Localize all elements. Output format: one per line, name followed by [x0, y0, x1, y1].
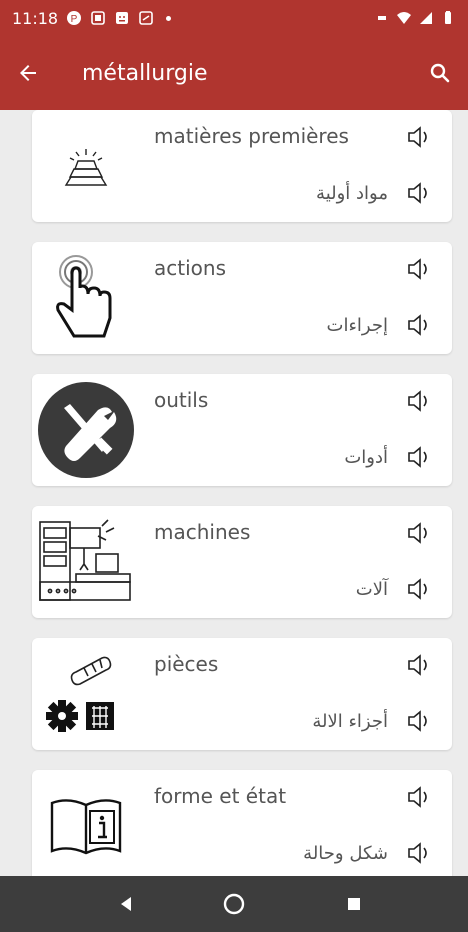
- search-button[interactable]: [426, 59, 454, 87]
- speaker-icon[interactable]: [404, 178, 434, 208]
- list-item[interactable]: actions إجراءات: [32, 242, 452, 354]
- system-nav-bar: [0, 876, 468, 932]
- machine-icon: [36, 506, 136, 618]
- list-item[interactable]: pièces أجزاء الالة: [32, 638, 452, 750]
- sync-icon: [378, 16, 386, 20]
- page-title: métallurgie: [82, 60, 208, 86]
- item-label-fr: pièces: [154, 652, 219, 676]
- item-label-fr: outils: [154, 388, 209, 412]
- list-item[interactable]: outils أدوات: [32, 374, 452, 486]
- speaker-icon[interactable]: [404, 310, 434, 340]
- app-notification-icon: [116, 12, 129, 24]
- search-icon: [430, 63, 450, 83]
- list-item[interactable]: machines آلات: [32, 506, 452, 618]
- triangle-back-icon: [121, 897, 131, 911]
- gold-bars-icon: [36, 110, 136, 222]
- item-label-fr: matières premières: [154, 124, 349, 148]
- status-time: 11:18: [12, 8, 59, 28]
- circle-home-icon: [223, 893, 245, 915]
- tools-icon: [36, 374, 136, 486]
- speaker-icon[interactable]: [404, 254, 434, 284]
- speaker-icon[interactable]: [404, 518, 434, 548]
- notification-icon: [91, 11, 105, 25]
- item-label-ar: مواد أولية: [316, 183, 388, 204]
- info-book-icon: [36, 770, 136, 876]
- speaker-icon[interactable]: [404, 838, 434, 868]
- signal-icon: [420, 12, 432, 24]
- status-bar: 11:18 P: [0, 0, 468, 36]
- wifi-icon: [397, 12, 411, 24]
- more-dot-icon: [166, 15, 172, 21]
- item-label-ar: أجزاء الالة: [312, 711, 388, 732]
- speaker-icon[interactable]: [404, 650, 434, 680]
- item-label-ar: آلات: [355, 579, 388, 600]
- item-label-fr: machines: [154, 520, 251, 544]
- nav-home-button[interactable]: [220, 890, 248, 918]
- item-label-ar: إجراءات: [326, 315, 388, 336]
- list-item[interactable]: matières premières مواد أولية: [32, 110, 452, 222]
- category-list: matières premières مواد أولية actions إج…: [0, 110, 468, 876]
- speaker-icon[interactable]: [404, 574, 434, 604]
- speaker-icon[interactable]: [404, 706, 434, 736]
- speaker-icon[interactable]: [404, 122, 434, 152]
- hand-tap-icon: [36, 242, 136, 354]
- arrow-back-icon: [20, 65, 36, 81]
- speaker-icon[interactable]: [404, 442, 434, 472]
- item-label-fr: forme et état: [154, 784, 287, 808]
- item-label-fr: actions: [154, 256, 226, 280]
- svg-text:P: P: [71, 14, 78, 25]
- item-label-ar: شكل وحالة: [303, 843, 388, 864]
- pinterest-icon: P: [67, 11, 82, 25]
- square-recents-icon: [348, 898, 360, 910]
- parts-icon: [36, 638, 136, 750]
- list-item[interactable]: forme et état شكل وحالة: [32, 770, 452, 876]
- speaker-icon[interactable]: [404, 386, 434, 416]
- speaker-icon[interactable]: [404, 782, 434, 812]
- item-label-ar: أدوات: [344, 447, 388, 468]
- document-icon: [139, 11, 153, 25]
- app-bar: métallurgie: [0, 36, 468, 110]
- back-button[interactable]: [14, 59, 42, 87]
- nav-back-button[interactable]: [112, 890, 140, 918]
- battery-icon: [445, 11, 451, 24]
- nav-recents-button[interactable]: [340, 890, 368, 918]
